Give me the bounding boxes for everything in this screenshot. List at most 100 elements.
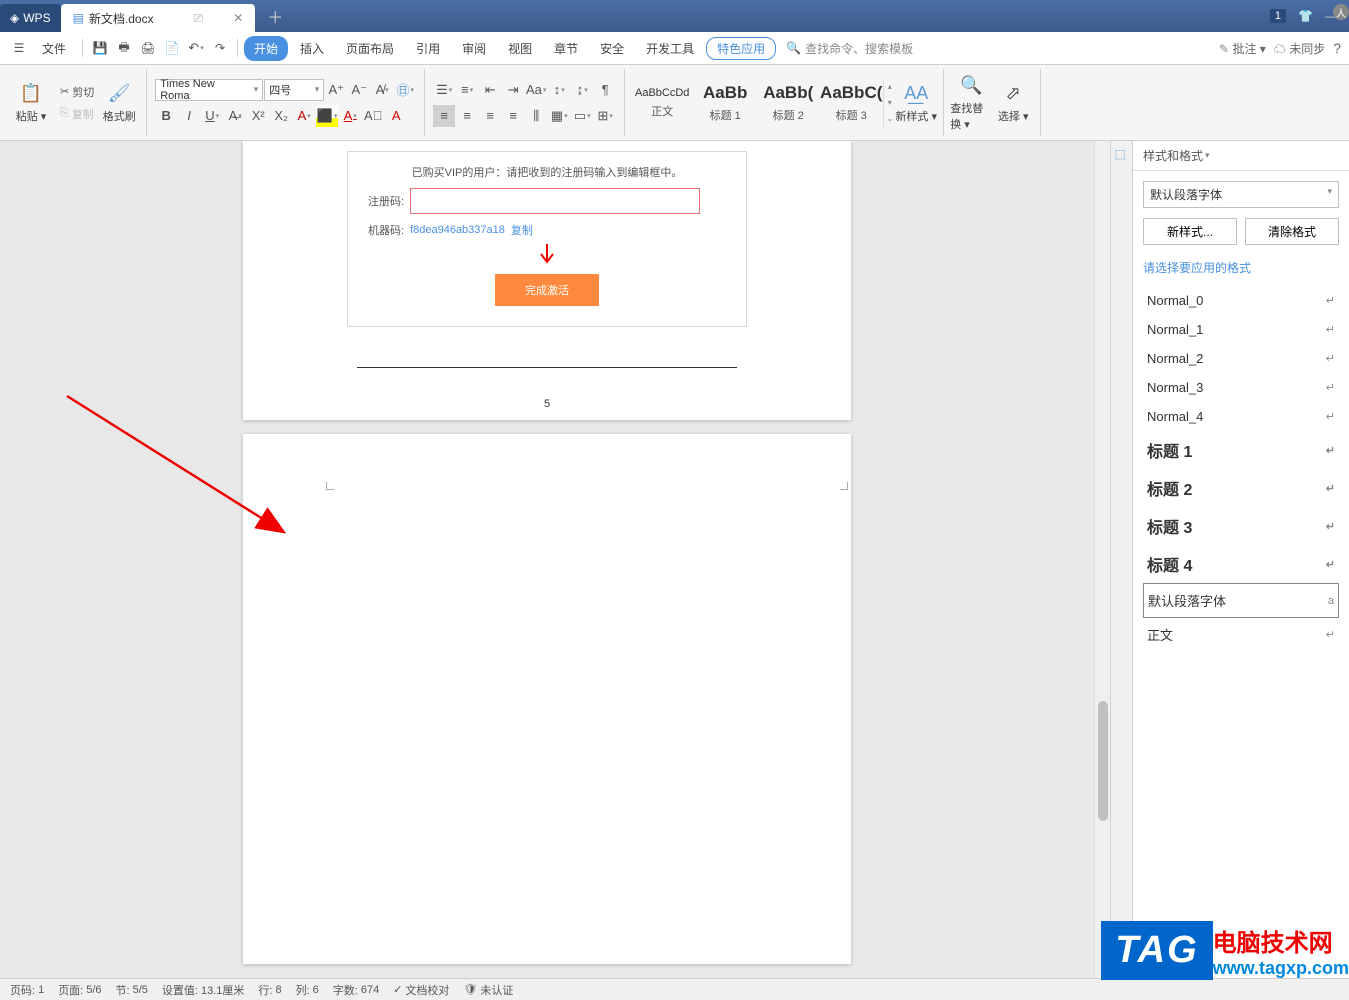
paste-button[interactable]: 📋 粘贴 ▾ [10, 69, 52, 136]
style-normal2[interactable]: Normal_2↵ [1143, 344, 1339, 373]
phonetic-button[interactable]: ㊐ [394, 79, 416, 101]
shrink-font-button[interactable]: A⁻ [348, 79, 370, 101]
increase-indent-button[interactable]: ⇥ [502, 79, 524, 101]
border-button[interactable]: ▭ [571, 105, 593, 127]
align-justify-button[interactable]: ≡ [502, 105, 524, 127]
style-normal1[interactable]: Normal_1↵ [1143, 315, 1339, 344]
current-style-select[interactable]: 默认段落字体 [1143, 181, 1339, 208]
skin-icon[interactable]: 👕 [1298, 9, 1313, 23]
clear-format-button[interactable]: A̸ [371, 79, 393, 101]
align-center-button[interactable]: ≡ [456, 105, 478, 127]
menu-icon[interactable]: ☰ [8, 37, 30, 59]
format-painter-button[interactable]: 🖌 格式刷 [98, 69, 140, 136]
status-page[interactable]: 页面: 5/6 [58, 982, 101, 998]
line-spacing-button[interactable]: ↨ [571, 79, 593, 101]
bold-button[interactable]: B [155, 105, 177, 127]
change-case-button[interactable]: Aa [525, 79, 547, 101]
home-tab[interactable]: ◈ WPS [0, 4, 61, 32]
status-col[interactable]: 列: 6 [296, 982, 319, 998]
clear-format-button[interactable]: 清除格式 [1245, 218, 1339, 245]
sort-button[interactable]: ↕ [548, 79, 570, 101]
status-words[interactable]: 字数: 674 [333, 982, 379, 998]
tab-layout[interactable]: 页面布局 [336, 36, 404, 61]
tab-start[interactable]: 开始 [244, 36, 288, 61]
style-scroll-up[interactable]: ▴ [884, 79, 895, 95]
select-button[interactable]: ⬀ 选择 ▾ [992, 69, 1034, 136]
style-heading1[interactable]: 标题 1↵ [1143, 431, 1339, 469]
tab-special[interactable]: 特色应用 [706, 37, 776, 60]
tab-insert[interactable]: 插入 [290, 36, 334, 61]
style-heading4[interactable]: 标题 4↵ [1143, 545, 1339, 583]
subscript-button[interactable]: X₂ [270, 105, 292, 127]
tab-present-icon[interactable]: ⎚ [194, 11, 204, 26]
undo-button[interactable]: ↶ [185, 37, 207, 59]
style-default-font[interactable]: 默认段落字体a [1143, 583, 1339, 618]
cut-button[interactable]: ✂剪切 [56, 82, 98, 102]
command-search[interactable]: 🔍 查找命令、搜索模板 [786, 40, 913, 57]
style-body-text[interactable]: 正文↵ [1143, 618, 1339, 651]
numbering-button[interactable]: ≡ [456, 79, 478, 101]
new-tab-button[interactable]: ＋ [267, 4, 283, 28]
bullets-button[interactable]: ☰ [433, 79, 455, 101]
style-normal0[interactable]: Normal_0↵ [1143, 286, 1339, 315]
panel-title[interactable]: 样式和格式 [1133, 141, 1349, 171]
strike-button[interactable]: A̶ [224, 105, 246, 127]
new-style-panel-button[interactable]: 新样式... [1143, 218, 1237, 245]
char-shading-button[interactable]: A [385, 105, 407, 127]
style-scroll-more[interactable]: ⌄ [884, 111, 895, 127]
document-tab[interactable]: ▤ 新文档.docx ⎚ ✕ [61, 4, 256, 32]
tab-chapter[interactable]: 章节 [544, 36, 588, 61]
show-marks-button[interactable]: ¶ [594, 79, 616, 101]
align-right-button[interactable]: ≡ [479, 105, 501, 127]
status-proof[interactable]: ✓文档校对 [393, 982, 449, 998]
status-row[interactable]: 行: 8 [258, 982, 281, 998]
font-color-button[interactable]: A [339, 105, 361, 127]
style-h1[interactable]: AaBb标题 1 [694, 74, 756, 132]
file-menu[interactable]: 文件 [32, 36, 76, 61]
reg-code-input[interactable] [410, 188, 700, 214]
style-h2[interactable]: AaBb(标题 2 [757, 74, 819, 132]
new-style-button[interactable]: A͟A 新样式 ▾ [895, 69, 937, 136]
annotate-button[interactable]: ✎ 批注 ▾ [1219, 40, 1266, 57]
style-normal3[interactable]: Normal_3↵ [1143, 373, 1339, 402]
tab-dev[interactable]: 开发工具 [636, 36, 704, 61]
style-body[interactable]: AaBbCcDd正文 [631, 74, 693, 132]
tab-view[interactable]: 视图 [498, 36, 542, 61]
tab-reference[interactable]: 引用 [406, 36, 450, 61]
char-border-button[interactable]: A⃞ [362, 105, 384, 127]
align-left-button[interactable]: ≡ [433, 105, 455, 127]
highlight-button[interactable]: ⬛ [316, 105, 338, 127]
user-avatar[interactable]: 人 [1333, 4, 1349, 20]
vertical-scrollbar[interactable] [1094, 141, 1110, 978]
tab-security[interactable]: 安全 [590, 36, 634, 61]
style-heading3[interactable]: 标题 3↵ [1143, 507, 1339, 545]
status-section[interactable]: 节: 5/5 [116, 982, 148, 998]
status-page-code[interactable]: 页码: 1 [10, 982, 44, 998]
find-replace-button[interactable]: 🔍 查找替换 ▾ [950, 69, 992, 136]
style-normal4[interactable]: Normal_4↵ [1143, 402, 1339, 431]
status-auth[interactable]: 🛡未认证 [463, 982, 513, 998]
close-tab-icon[interactable]: ✕ [233, 11, 243, 25]
style-scroll-down[interactable]: ▾ [884, 95, 895, 111]
print-icon[interactable]: 🖶 [113, 37, 135, 59]
shading-button[interactable]: ▦ [548, 105, 570, 127]
italic-button[interactable]: I [178, 105, 200, 127]
activate-button[interactable]: 完成激活 [495, 274, 599, 306]
save-icon[interactable]: 💾 [89, 37, 111, 59]
style-heading2[interactable]: 标题 2↵ [1143, 469, 1339, 507]
copy-button[interactable]: ⎘复制 [56, 104, 98, 124]
text-effect-button[interactable]: A [293, 105, 315, 127]
distribute-button[interactable]: ⫼ [525, 105, 547, 127]
style-h3[interactable]: AaBbC(标题 3 [820, 74, 882, 132]
quick-print-icon[interactable]: 📄 [161, 37, 183, 59]
copy-link[interactable]: 复制 [511, 222, 533, 238]
status-position[interactable]: 设置值: 13.1厘米 [162, 982, 244, 998]
sync-button[interactable]: ☁ 未同步 [1274, 40, 1325, 57]
help-icon[interactable]: ? [1333, 40, 1341, 56]
document-area[interactable]: 已购买VIP的用户：请把收到的注册码输入到编辑框中。 注册码: 机器码: f8d… [0, 141, 1094, 978]
redo-button[interactable]: ↷ [209, 37, 231, 59]
font-size-combo[interactable]: 四号 [264, 79, 324, 101]
print-preview-icon[interactable]: 🖨 [137, 37, 159, 59]
notification-badge[interactable]: 1 [1270, 9, 1286, 23]
underline-button[interactable]: U [201, 105, 223, 127]
